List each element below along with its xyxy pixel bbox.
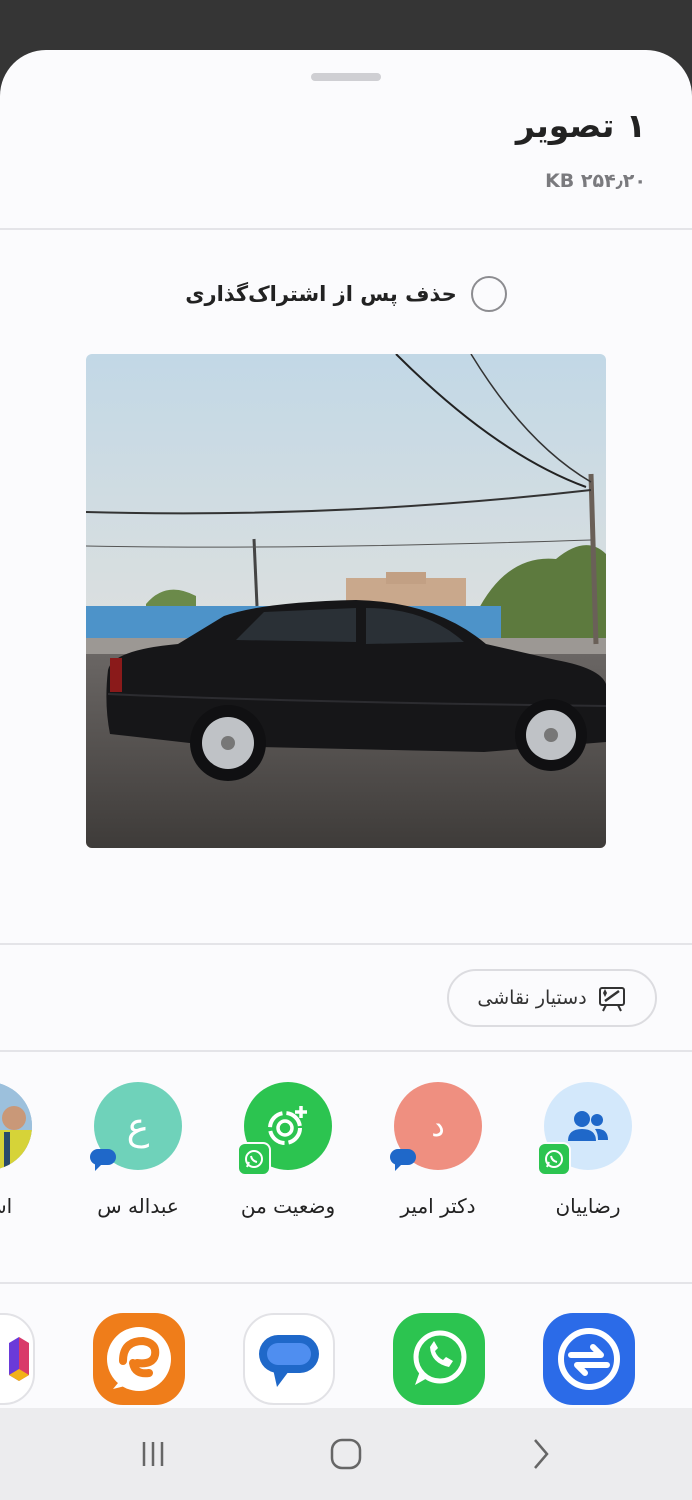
drawing-assistant-button[interactable]: دستیار نقاشی bbox=[447, 969, 657, 1027]
messages-badge-icon bbox=[90, 1149, 116, 1171]
whatsapp-icon bbox=[393, 1313, 485, 1405]
people-icon bbox=[568, 1111, 608, 1141]
share-sheet: ۱ تصویر ۲۵۴٫۲۰ KB حذف پس از اشتراک‌گذاری bbox=[0, 50, 692, 1408]
contact-name: وضعیت من bbox=[240, 1194, 336, 1218]
contact-item[interactable]: رضاییان bbox=[513, 1082, 663, 1232]
delete-after-share-label: حذف پس از اشتراک‌گذاری bbox=[185, 282, 457, 306]
messages-badge-icon bbox=[390, 1149, 416, 1171]
quick-share-icon bbox=[543, 1313, 635, 1405]
photo-avatar bbox=[0, 1082, 32, 1170]
messages-app[interactable] bbox=[243, 1313, 335, 1405]
car-photo bbox=[86, 354, 606, 848]
contact-name: رضاییان bbox=[555, 1194, 621, 1218]
contact-item[interactable]: اسدی bbox=[0, 1082, 63, 1232]
avatar bbox=[0, 1082, 32, 1170]
home-icon bbox=[330, 1438, 362, 1470]
drawing-assistant-icon bbox=[598, 987, 625, 1012]
delete-after-share-radio[interactable] bbox=[470, 276, 507, 312]
contact-name: دکتر امیر bbox=[400, 1194, 476, 1218]
drawing-assistant-label: دستیار نقاشی bbox=[477, 987, 587, 1009]
messages-icon bbox=[243, 1313, 335, 1405]
file-size: ۲۵۴٫۲۰ KB bbox=[545, 170, 646, 192]
contact-name: اسدی bbox=[0, 1194, 13, 1218]
divider bbox=[0, 228, 692, 230]
whatsapp-app[interactable] bbox=[393, 1313, 485, 1405]
divider bbox=[0, 1282, 692, 1284]
avatar-letter: د bbox=[431, 1108, 445, 1144]
eitaa-app[interactable] bbox=[93, 1313, 185, 1405]
status-camera-icon bbox=[268, 1106, 307, 1145]
eitaa-icon bbox=[93, 1313, 185, 1405]
contact-item[interactable]: وضعیت من bbox=[213, 1082, 363, 1232]
delete-after-share-option[interactable]: حذف پس از اشتراک‌گذاری bbox=[0, 274, 692, 314]
back-icon bbox=[534, 1439, 549, 1469]
sheet-title: ۱ تصویر bbox=[515, 106, 646, 145]
sheet-drag-handle[interactable] bbox=[311, 73, 381, 81]
divider bbox=[0, 943, 692, 945]
whatsapp-badge-icon bbox=[537, 1142, 571, 1176]
cube-icon bbox=[0, 1313, 35, 1405]
home-button[interactable] bbox=[326, 1434, 366, 1474]
other-app[interactable] bbox=[0, 1313, 35, 1405]
back-button[interactable] bbox=[520, 1434, 560, 1474]
avatar-letter: ع bbox=[126, 1104, 150, 1148]
recents-icon bbox=[142, 1442, 164, 1466]
recents-button[interactable] bbox=[133, 1434, 173, 1474]
quick-share-app[interactable] bbox=[543, 1313, 635, 1405]
contact-item[interactable]: ع عبداله س bbox=[63, 1082, 213, 1232]
contact-name: عبداله س bbox=[97, 1194, 179, 1218]
contact-item[interactable]: د دکتر امیر bbox=[363, 1082, 513, 1232]
system-navigation-bar bbox=[0, 1408, 692, 1500]
divider bbox=[0, 1050, 692, 1052]
whatsapp-badge-icon bbox=[237, 1142, 271, 1176]
image-preview[interactable] bbox=[86, 354, 606, 848]
